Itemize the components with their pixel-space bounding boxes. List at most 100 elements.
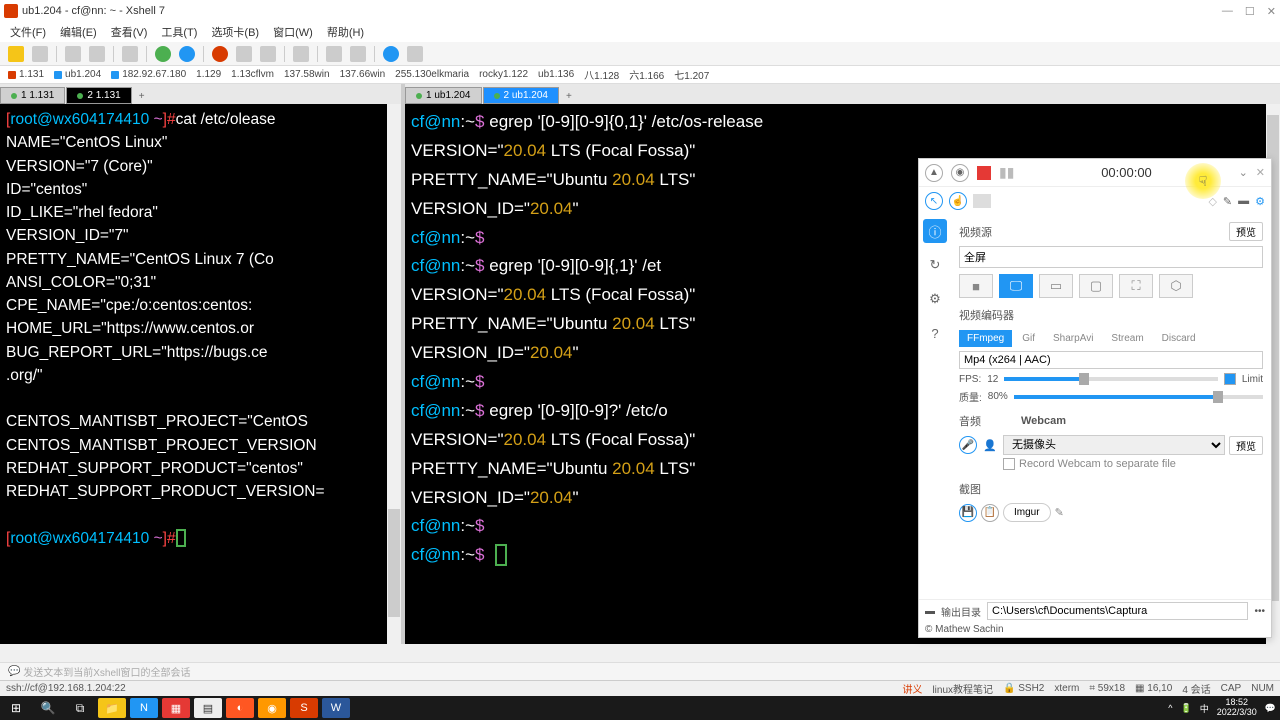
right-tab-2[interactable]: 2 ub1.204 [483,87,560,104]
session-13[interactable]: 七1.207 [674,67,709,82]
side-main-icon[interactable]: ⓘ [923,219,947,243]
scrollbar[interactable] [387,104,401,644]
left-tab-1[interactable]: 1 1.131 [0,87,65,104]
session-9[interactable]: rocky1.122 [479,69,528,80]
keyboard-icon[interactable] [973,194,991,208]
toolbar-paste-icon[interactable] [89,46,105,62]
src-webcam-icon[interactable]: ■ [959,274,993,298]
enc-tab-ffmpeg[interactable]: FFmpeg [959,330,1012,347]
preview-button[interactable]: 预览 [1229,222,1263,241]
src-window-icon[interactable]: ▭ [1039,274,1073,298]
menu-tools[interactable]: 工具(T) [161,24,197,40]
collapse-icon[interactable]: ▲ [925,164,943,182]
left-tab-2[interactable]: 2 1.131 [66,87,131,104]
src-fullscreen-icon[interactable]: ⛶ [1119,274,1153,298]
enc-tab-stream[interactable]: Stream [1103,330,1151,347]
menu-file[interactable]: 文件(F) [10,24,46,40]
camera-icon[interactable]: ◉ [951,164,969,182]
side-settings-icon[interactable]: ⚙ [923,287,947,311]
toolbar-fullscreen-icon[interactable] [236,46,252,62]
session-10[interactable]: ub1.136 [538,69,574,80]
webcam-select[interactable]: 无摄像头 [1003,435,1225,455]
clock[interactable]: 18:52 2022/3/30 [1217,698,1257,718]
left-tab-add[interactable]: + [133,89,151,104]
mic-icon[interactable]: 🎤 [959,436,977,454]
toolbar-folder-icon[interactable] [326,46,342,62]
taskview-icon[interactable]: ⧉ [64,696,96,720]
menu-window[interactable]: 窗口(W) [273,24,313,40]
app-3-icon[interactable]: ▤ [194,698,222,718]
app-4-icon[interactable]: ◐ [226,698,254,718]
app-5-icon[interactable]: ◉ [258,698,286,718]
session-3[interactable]: 182.92.67.180 [111,69,186,80]
toolbar-new-icon[interactable] [8,46,24,62]
side-recent-icon[interactable]: ↻ [923,253,947,277]
toolbar-font-icon[interactable] [260,46,276,62]
maximize-button[interactable]: ☐ [1245,5,1255,18]
explorer-icon[interactable]: 📁 [98,698,126,718]
toolbar-layout-icon[interactable] [350,46,366,62]
toolbar-copy-icon[interactable] [65,46,81,62]
session-8[interactable]: 255.130elkmaria [395,69,469,80]
record-button[interactable] [977,166,991,180]
click-toggle-icon[interactable]: ☝ [949,192,967,210]
disk-icon[interactable]: 💾 [959,504,977,522]
menu-view[interactable]: 查看(V) [111,24,148,40]
source-select[interactable]: 全屏 [959,246,1263,268]
session-11[interactable]: 八1.128 [584,67,619,82]
word-icon[interactable]: W [322,698,350,718]
src-region-icon[interactable]: ▢ [1079,274,1113,298]
left-terminal[interactable]: [root@wx604174410 ~]#cat /etc/olease NAM… [0,104,401,644]
src-link-icon[interactable]: ⬡ [1159,274,1193,298]
captura-window[interactable]: ▲ ◉ ▮▮ 00:00:00 ☟ ⌄ ✕ ↖ ☝ ◇ ✎ ▬ ⚙ ⓘ ↻ ⚙ … [918,158,1272,638]
session-7[interactable]: 137.66win [340,69,386,80]
enc-tab-sharpavi[interactable]: SharpAvi [1045,330,1101,347]
gear-icon[interactable]: ⚙ [1255,195,1265,208]
separate-file-checkbox[interactable] [1003,458,1015,470]
toolbar-help-icon[interactable] [383,46,399,62]
close-button[interactable]: ✕ [1267,5,1276,18]
right-tab-add[interactable]: + [560,89,578,104]
app-6-icon[interactable]: S [290,698,318,718]
menu-tabs[interactable]: 选项卡(B) [211,24,259,40]
toolbar-refresh-icon[interactable] [212,46,228,62]
folder-icon[interactable]: ▬ [1238,195,1249,207]
imgur-button[interactable]: Imgur [1003,503,1051,522]
tray-up-icon[interactable]: ^ [1168,703,1172,713]
notes-link[interactable]: linux教程笔记 [932,681,993,696]
webcam-preview-button[interactable]: 预览 [1229,436,1263,455]
toolbar-disconnect-icon[interactable] [179,46,195,62]
format-select[interactable]: Mp4 (x264 | AAC) [959,351,1263,369]
toolbar-about-icon[interactable] [407,46,423,62]
toolbar-lock-icon[interactable] [293,46,309,62]
output-dir-input[interactable] [987,602,1248,620]
toolbar-open-icon[interactable] [32,46,48,62]
pencil-icon[interactable]: ✎ [1223,195,1232,208]
session-12[interactable]: 六1.166 [629,67,664,82]
app-1-icon[interactable]: N [130,698,158,718]
toolbar-reconnect-icon[interactable] [155,46,171,62]
tray-battery-icon[interactable]: 🔋 [1181,703,1192,714]
menu-edit[interactable]: 编辑(E) [60,24,97,40]
limit-checkbox[interactable] [1224,373,1236,385]
cursor-toggle-icon[interactable]: ↖ [925,192,943,210]
session-5[interactable]: 1.13cflvm [231,69,274,80]
search-icon[interactable]: 🔍 [32,696,64,720]
pause-button[interactable]: ▮▮ [999,164,1014,181]
more-icon[interactable]: ••• [1254,606,1265,617]
src-screen-icon[interactable]: 🖵 [999,274,1033,298]
start-button[interactable]: ⊞ [0,696,32,720]
session-4[interactable]: 1.129 [196,69,221,80]
enc-tab-gif[interactable]: Gif [1014,330,1043,347]
menu-help[interactable]: 帮助(H) [327,24,364,40]
right-tab-1[interactable]: 1 ub1.204 [405,87,482,104]
chevron-down-icon[interactable]: ⌄ [1239,166,1248,179]
session-2[interactable]: ub1.204 [54,69,101,80]
session-1[interactable]: 1.131 [8,69,44,80]
fps-slider[interactable] [1004,377,1218,381]
edit-icon[interactable]: ✎ [1055,506,1064,519]
session-6[interactable]: 137.58win [284,69,330,80]
side-help-icon[interactable]: ? [923,321,947,345]
enc-tab-discard[interactable]: Discard [1154,330,1204,347]
minimize-button[interactable]: — [1222,5,1233,18]
